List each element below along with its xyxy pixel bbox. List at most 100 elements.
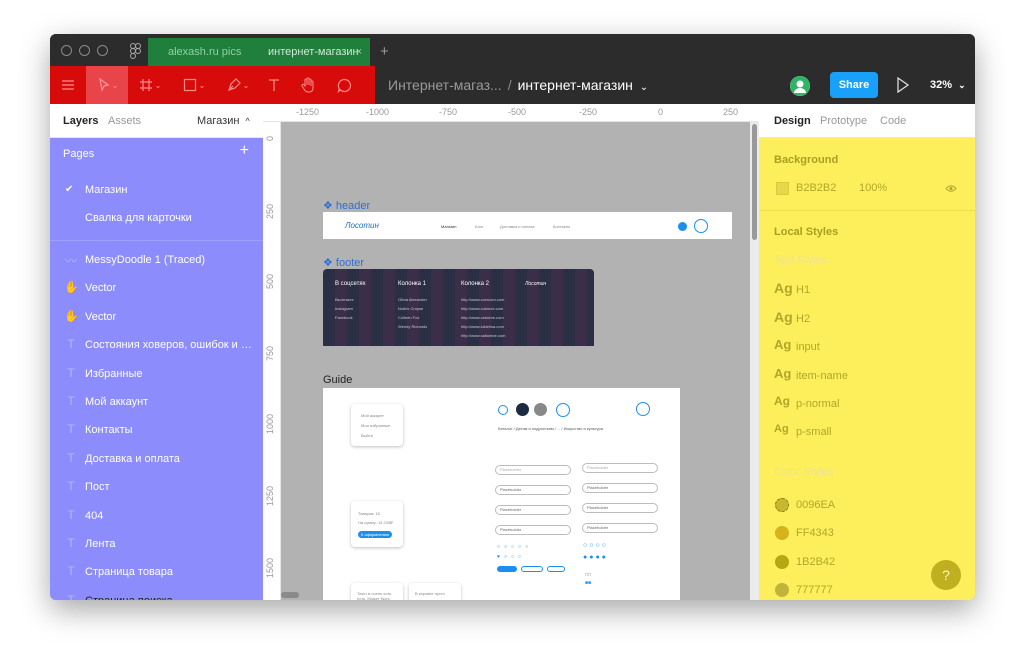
text-style-h1[interactable]: H1 — [796, 284, 810, 296]
background-swatch[interactable] — [776, 182, 789, 195]
layer-row[interactable]: T Пост — [50, 473, 263, 501]
page-item-svalka[interactable]: Свалка для карточки — [85, 212, 192, 224]
text-style-preview: Ag — [774, 280, 793, 296]
eye-icon[interactable] — [945, 184, 957, 193]
header-nav-item: Магазин — [441, 224, 457, 229]
frame-footer[interactable]: В соцсетях Вконтакте Instagram Facebook … — [323, 269, 594, 346]
rectangle-tool-icon[interactable]: ⌄ — [174, 66, 214, 104]
frame-label-guide[interactable]: Guide — [323, 374, 352, 386]
comment-tool-icon[interactable] — [330, 66, 358, 104]
layer-label: MessyDoodle 1 (Traced) — [85, 254, 206, 266]
guide-field: Placeholder — [582, 463, 658, 473]
help-button[interactable]: ? — [931, 560, 961, 590]
new-tab-button[interactable]: + — [380, 38, 389, 66]
horizontal-scrollbar[interactable] — [281, 592, 299, 598]
footer-col-title: Колонка 1 — [398, 281, 427, 287]
layer-row[interactable]: ✋ Vector — [50, 274, 263, 302]
footer-link: http://www.saltumbe.com — [461, 333, 506, 338]
layer-label: Лента — [85, 538, 116, 550]
main-menu-icon[interactable] — [56, 66, 80, 104]
add-page-button[interactable]: + — [240, 142, 249, 160]
chevron-down-icon[interactable]: ⌄ — [640, 82, 648, 93]
layer-row[interactable]: T Мой аккаунт — [50, 388, 263, 416]
text-icon: T — [67, 479, 75, 494]
text-icon: T — [67, 450, 75, 465]
minimize-window-icon[interactable] — [79, 45, 90, 56]
footer-link: Colleen Fox — [398, 315, 420, 320]
frame-header[interactable]: Лосотин Магазин Блог Доставка и оплата К… — [323, 212, 732, 239]
close-window-icon[interactable] — [61, 45, 72, 56]
text-icon: T — [67, 337, 75, 352]
tab-design[interactable]: Design — [774, 104, 811, 138]
layer-row[interactable]: T Лента — [50, 530, 263, 558]
tab-prototype[interactable]: Prototype — [820, 104, 867, 138]
color-style-1b2b42[interactable]: 1B2B42 — [796, 556, 835, 568]
layer-row[interactable]: T Состояния ховеров, ошибок и не... — [50, 331, 263, 359]
chevron-up-icon: ^ — [245, 116, 250, 126]
zoom-menu[interactable]: 32% ⌄ — [930, 66, 966, 104]
layer-row[interactable]: T Доставка и оплата — [50, 445, 263, 473]
frame-label-footer[interactable]: ❖ footer — [323, 256, 364, 269]
pen-tool-icon[interactable]: ⌄ — [218, 66, 258, 104]
maximize-window-icon[interactable] — [97, 45, 108, 56]
text-style-p-small[interactable]: p-small — [796, 426, 831, 438]
present-play-icon[interactable] — [896, 77, 910, 93]
figma-logo-icon[interactable] — [130, 43, 142, 59]
close-tab-icon[interactable]: × — [356, 38, 362, 66]
canvas[interactable]: ❖ header Лосотин Магазин Блог Доставка и… — [281, 122, 759, 600]
text-style-h2[interactable]: H2 — [796, 313, 810, 325]
tab-layers[interactable]: Layers — [63, 104, 98, 138]
tooltip-card: Текст в очень хоть есть. Может быть — [351, 583, 403, 600]
page-name[interactable]: интернет-магазин — [518, 77, 633, 93]
file-name[interactable]: Интернет-магаз... — [388, 77, 502, 93]
zoom-level: 32% — [930, 79, 953, 91]
tab-assets[interactable]: Assets — [108, 104, 141, 138]
layer-row[interactable]: T Страница поиска — [50, 587, 263, 600]
layer-row[interactable]: 〰 MessyDoodle 1 (Traced) — [50, 246, 263, 274]
guide-menu-icon — [636, 402, 650, 416]
divider — [50, 240, 263, 241]
layer-row[interactable]: T 404 — [50, 502, 263, 530]
page-selector[interactable]: Магазин ^ — [197, 104, 250, 138]
background-opacity-value[interactable]: 100% — [859, 182, 887, 194]
text-style-input[interactable]: input — [796, 341, 820, 353]
layer-row[interactable]: T Контакты — [50, 416, 263, 444]
hand-tool-icon[interactable] — [294, 66, 322, 104]
vector-icon: ✋ — [64, 280, 79, 295]
page-item-magazin[interactable]: Магазин — [85, 184, 127, 196]
color-style-swatch — [775, 498, 789, 512]
avatar[interactable] — [790, 76, 810, 96]
share-button[interactable]: Share — [830, 72, 878, 98]
footer-link: http://www.corxcom.com — [461, 297, 505, 302]
color-style-777777[interactable]: 777777 — [796, 584, 833, 596]
ruler-tick: 500 — [265, 274, 275, 290]
frame-guide[interactable]: Мой аккаунт Мои избранные Выйти Каталог … — [323, 388, 680, 600]
color-style-swatch — [775, 555, 789, 569]
cart-summary-line: На сумму: 13 200₽ — [358, 520, 393, 525]
text-tool-icon[interactable] — [260, 66, 288, 104]
ruler-tick: -1250 — [296, 107, 320, 117]
text-style-p-normal[interactable]: p-normal — [796, 398, 839, 410]
text-style-item-name[interactable]: item-name — [796, 370, 848, 382]
layer-row[interactable]: ✋ Vector — [50, 303, 263, 331]
color-style-ff4343[interactable]: FF4343 — [796, 527, 834, 539]
frame-tool-icon[interactable]: ⌄ — [132, 66, 168, 104]
tooltip-card: В корзине пусто — [409, 583, 461, 600]
layer-row[interactable]: T Избранные — [50, 360, 263, 388]
color-style-0096ea[interactable]: 0096EA — [796, 499, 835, 511]
pages-title: Pages — [63, 148, 95, 160]
tab-code[interactable]: Code — [880, 104, 906, 138]
guide-avatar — [534, 403, 547, 416]
footer-link: Instagram — [335, 306, 353, 311]
tab-files[interactable]: alexash.ru pics — [148, 38, 258, 66]
left-tabs: Layers Assets Магазин ^ — [50, 104, 263, 138]
scroll-thumb[interactable] — [752, 124, 757, 240]
vertical-scrollbar[interactable] — [750, 122, 759, 600]
footer-link: Вконтакте — [335, 297, 354, 302]
frame-label-header[interactable]: ❖ header — [323, 199, 370, 212]
background-color-value[interactable]: B2B2B2 — [796, 182, 836, 194]
tab-active-file[interactable]: интернет-магазин × — [258, 38, 370, 66]
footer-link: Facebook — [335, 315, 353, 320]
layer-row[interactable]: T Страница товара — [50, 558, 263, 586]
move-tool-icon[interactable]: ⌄ — [90, 66, 126, 104]
